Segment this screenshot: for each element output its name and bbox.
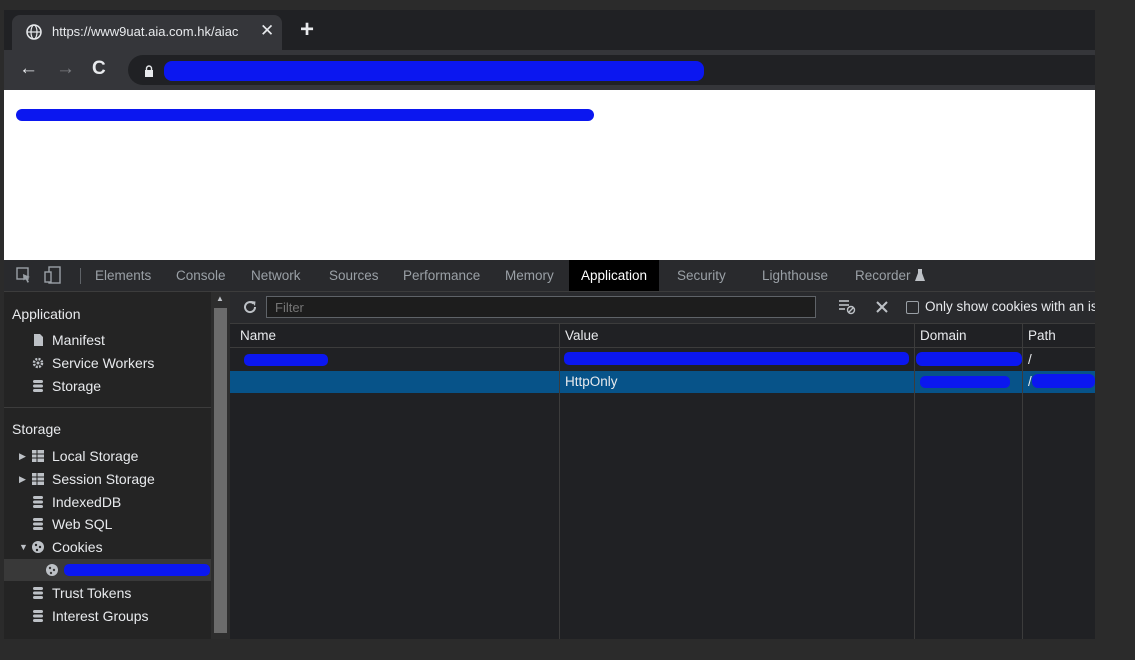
- response-redaction: [16, 109, 594, 121]
- tab-security[interactable]: Security: [665, 260, 738, 291]
- sidebar-item-label: Interest Groups: [52, 608, 149, 624]
- cell-value[interactable]: HttpOnly: [559, 371, 914, 393]
- tab-strip: https://www9uat.aia.com.hk/aiac ✕ +: [4, 10, 1095, 50]
- sidebar-scrollbar[interactable]: ▲: [211, 292, 230, 639]
- expand-arrow-icon[interactable]: ▶: [19, 468, 26, 490]
- flask-icon: [915, 269, 925, 281]
- filter-field[interactable]: [266, 296, 816, 318]
- database-icon: [33, 496, 43, 508]
- name-redaction: [244, 354, 328, 366]
- forward-button[interactable]: →: [56, 58, 75, 80]
- refresh-icon[interactable]: [242, 299, 258, 315]
- cookies-table: Name Value Domain Path / HttpOnly /: [230, 324, 1095, 639]
- tab-recorder[interactable]: Recorder: [843, 260, 923, 291]
- domain-redaction: [920, 376, 1010, 388]
- new-tab-button[interactable]: +: [300, 16, 314, 44]
- column-header-path[interactable]: Path: [1022, 324, 1056, 347]
- sidebar-item-label: Service Workers: [52, 355, 155, 371]
- column-header-domain[interactable]: Domain: [914, 324, 967, 347]
- sidebar-item-indexeddb[interactable]: IndexedDB: [4, 491, 211, 513]
- cell-path[interactable]: /: [1022, 349, 1095, 371]
- devtools-tabbar: Elements Console Network Sources Perform…: [4, 260, 1095, 292]
- cookie-icon: [46, 564, 58, 576]
- tab-network[interactable]: Network: [239, 260, 313, 291]
- browser-tab[interactable]: https://www9uat.aia.com.hk/aiac ✕: [12, 15, 282, 50]
- database-icon: [33, 380, 43, 392]
- sidebar-item-cookie-origin[interactable]: [4, 559, 211, 581]
- sidebar-item-label: IndexedDB: [52, 494, 122, 510]
- sidebar-item-session-storage[interactable]: ▶ Session Storage: [4, 468, 211, 490]
- scroll-up-icon[interactable]: ▲: [216, 294, 224, 303]
- page-content: [4, 90, 1095, 260]
- sidebar-item-label: Trust Tokens: [52, 585, 132, 601]
- sidebar-item-interest-groups[interactable]: Interest Groups: [4, 605, 211, 627]
- only-issues-label: Only show cookies with an is: [925, 299, 1095, 314]
- sidebar-item-label: Cookies: [52, 539, 103, 555]
- sidebar-item-label: Session Storage: [52, 471, 155, 487]
- gear-icon: [32, 357, 44, 369]
- tab-sources[interactable]: Sources: [317, 260, 391, 291]
- tab-title: https://www9uat.aia.com.hk/aiac: [52, 24, 239, 39]
- browser-window: https://www9uat.aia.com.hk/aiac ✕ + ← → …: [4, 10, 1095, 639]
- expand-arrow-icon[interactable]: ▶: [19, 445, 26, 467]
- sidebar-item-manifest[interactable]: Manifest: [4, 329, 211, 351]
- sidebar-item-label: Web SQL: [52, 516, 113, 532]
- tab-console[interactable]: Console: [164, 260, 238, 291]
- sidebar-item-storage[interactable]: Storage: [4, 375, 211, 397]
- value-redaction: [564, 352, 909, 365]
- path-redaction: [1032, 374, 1095, 388]
- sidebar-item-label: Local Storage: [52, 448, 139, 464]
- cookie-icon: [32, 541, 44, 553]
- tab-performance[interactable]: Performance: [391, 260, 492, 291]
- file-icon: [34, 334, 43, 346]
- sidebar-item-cookies[interactable]: ▼ Cookies: [4, 536, 211, 558]
- sidebar-header-application: Application: [12, 306, 81, 322]
- lock-icon: [145, 65, 153, 77]
- database-icon: [33, 518, 43, 530]
- device-toolbar-icon[interactable]: [44, 266, 62, 284]
- tab-application[interactable]: Application: [569, 260, 660, 291]
- clear-filtered-cookies-icon[interactable]: [838, 299, 856, 315]
- back-button[interactable]: ←: [19, 58, 38, 80]
- inspect-element-icon[interactable]: [16, 266, 32, 284]
- sidebar-item-label: Manifest: [52, 332, 105, 348]
- sidebar-header-storage: Storage: [12, 421, 62, 437]
- sidebar-item-web-sql[interactable]: Web SQL: [4, 513, 211, 535]
- only-issues-checkbox[interactable]: [906, 301, 919, 314]
- sidebar-item-trust-tokens[interactable]: Trust Tokens: [4, 582, 211, 604]
- clear-all-icon[interactable]: [875, 300, 889, 314]
- globe-icon: [26, 24, 42, 40]
- reload-button[interactable]: C: [92, 58, 106, 80]
- sidebar-divider: [4, 407, 211, 408]
- scrollbar-thumb[interactable]: [214, 308, 227, 633]
- tab-lighthouse[interactable]: Lighthouse: [750, 260, 840, 291]
- application-sidebar: Application Manifest Service Workers Sto…: [4, 292, 211, 639]
- sidebar-item-service-workers[interactable]: Service Workers: [4, 352, 211, 374]
- url-redaction: [164, 61, 704, 81]
- tab-memory[interactable]: Memory: [493, 260, 566, 291]
- filter-input[interactable]: [267, 297, 815, 317]
- table-icon: [32, 473, 44, 485]
- cookies-panel: Only show cookies with an is Name Value …: [230, 292, 1095, 639]
- close-tab-icon[interactable]: ✕: [260, 21, 274, 41]
- database-icon: [33, 610, 43, 622]
- cell-name[interactable]: [234, 371, 559, 393]
- origin-redaction: [64, 564, 210, 576]
- toolbar-divider: [80, 268, 81, 284]
- cookies-toolbar: Only show cookies with an is: [230, 292, 1095, 324]
- column-header-name[interactable]: Name: [234, 324, 276, 347]
- tab-elements[interactable]: Elements: [83, 260, 163, 291]
- database-icon: [33, 587, 43, 599]
- sidebar-item-label: Storage: [52, 378, 102, 394]
- column-header-value[interactable]: Value: [559, 324, 599, 347]
- header-divider: [230, 347, 1095, 348]
- browser-toolbar: ← → C: [4, 50, 1095, 90]
- domain-redaction: [916, 352, 1022, 366]
- sidebar-item-local-storage[interactable]: ▶ Local Storage: [4, 445, 211, 467]
- table-icon: [32, 450, 44, 462]
- collapse-arrow-icon[interactable]: ▼: [19, 536, 28, 558]
